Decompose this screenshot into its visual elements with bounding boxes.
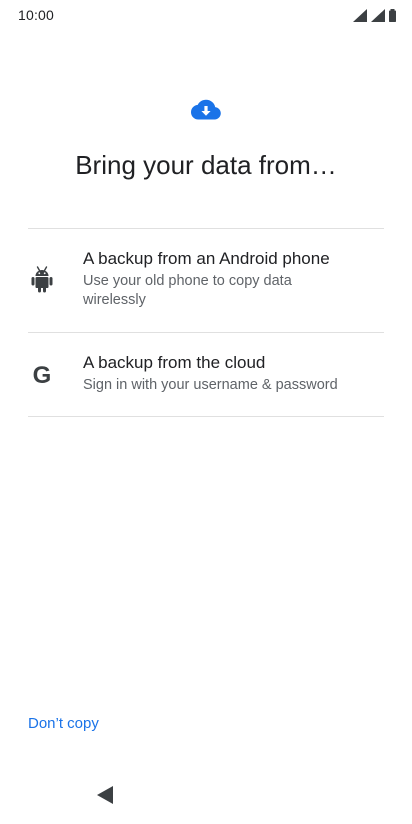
option-text: A backup from the cloud Sign in with you… (83, 353, 338, 395)
option-title: A backup from an Android phone (83, 249, 330, 268)
option-subtitle: Sign in with your username & password (83, 376, 338, 395)
option-title: A backup from the cloud (83, 353, 266, 372)
battery-icon (389, 8, 396, 22)
google-icon: G (28, 362, 56, 390)
divider (28, 416, 384, 417)
option-android-backup[interactable]: A backup from an Android phone Use your … (28, 229, 384, 332)
status-bar: 10:00 (0, 0, 412, 30)
option-text: A backup from an Android phone Use your … (83, 249, 330, 310)
google-icon-glyph: G (32, 362, 52, 389)
signal-icon (371, 8, 385, 22)
option-subtitle-line: wirelessly (83, 292, 146, 308)
status-icons (353, 8, 396, 22)
page-title: Bring your data from… (75, 150, 337, 180)
option-cloud-backup[interactable]: G A backup from the cloud Sign in with y… (28, 333, 384, 416)
option-subtitle-line: Sign in with your username & password (83, 377, 338, 393)
back-triangle-icon[interactable] (97, 786, 113, 804)
option-subtitle-line: Use your old phone to copy data (83, 273, 292, 289)
android-icon (28, 266, 56, 294)
status-time: 10:00 (18, 7, 55, 23)
option-subtitle: Use your old phone to copy data wireless… (83, 272, 330, 310)
cloud-download-icon (191, 99, 221, 120)
screen: 10:00 Bring your data from… A backup fro… (0, 0, 412, 824)
signal-icon (353, 8, 367, 22)
dont-copy-button[interactable]: Don’t copy (28, 715, 99, 732)
